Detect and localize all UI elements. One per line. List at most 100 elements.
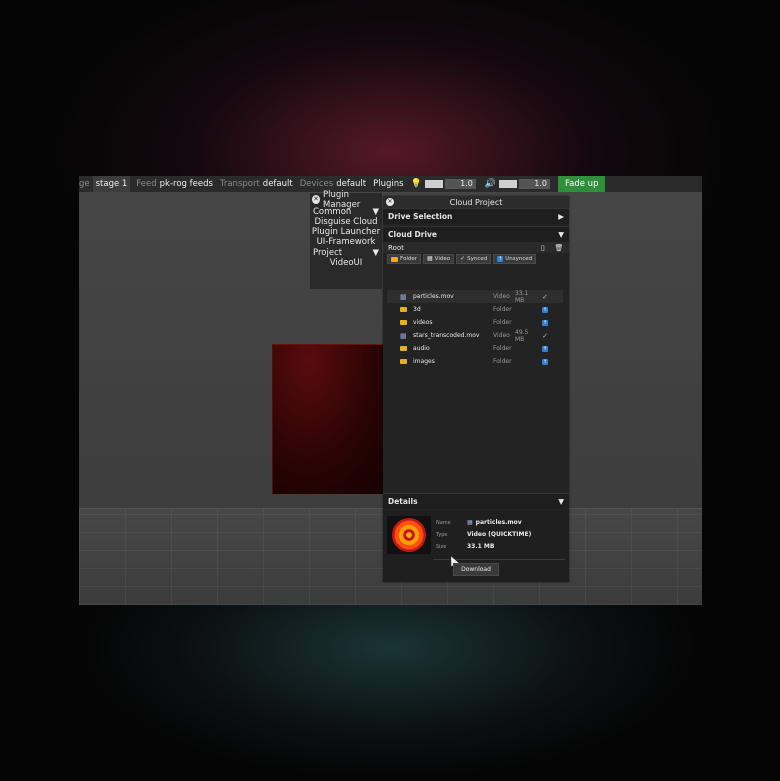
download-button[interactable]: Download (453, 563, 499, 576)
upload-icon: ↑ (497, 256, 504, 262)
check-icon: ✓ (460, 255, 466, 262)
folder-icon (391, 256, 398, 262)
upload-icon[interactable]: ↑ (539, 358, 551, 365)
feed-label: Feed (136, 179, 157, 189)
cloud-project-panel: ✕ Cloud Project Drive Selection ▶ Cloud … (383, 196, 569, 582)
filter-label: Unsynced (505, 256, 533, 262)
file-size: 49.5 MB (515, 328, 529, 343)
file-type: Video (493, 332, 510, 339)
transport-label: Transport (219, 179, 260, 189)
section-project[interactable]: Project ▼ (310, 247, 382, 258)
file-type: Folder (493, 319, 512, 326)
led-screen-object[interactable] (272, 344, 393, 494)
details-panel: Name ▦ particles.mov Type Video (QUICKTIM… (383, 510, 569, 582)
close-icon[interactable]: ✕ (386, 198, 394, 206)
cloud-drive-label: Cloud Drive (388, 230, 438, 239)
video-icon: ▦ (400, 292, 407, 301)
file-name: 3d (413, 306, 421, 313)
cloud-project-title: Cloud Project (449, 197, 503, 207)
cloud-drive-header[interactable]: Cloud Drive ▼ (383, 226, 569, 242)
new-file-icon[interactable]: ▯ (538, 244, 548, 252)
file-list: ▦ particles.mov Video 33.1 MB ✓ 3d Folde… (387, 290, 563, 368)
list-item[interactable]: videos Folder ↑ (387, 316, 563, 329)
type-value: Video (QUICKTIME) (467, 531, 532, 538)
transport-selector[interactable]: default (263, 179, 293, 189)
plugin-plugin-launcher[interactable]: Plugin Launcher (310, 227, 382, 237)
upload-icon[interactable]: ↑ (539, 319, 551, 326)
devices-label: Devices (299, 179, 334, 189)
video-icon: ▦ (400, 331, 407, 340)
plugin-ui-framework[interactable]: UI-Framework (310, 237, 382, 247)
file-name: particles.mov (413, 293, 454, 300)
section-label: Common (313, 206, 352, 217)
size-label: Size (436, 544, 447, 550)
folder-icon (400, 358, 410, 366)
file-name: stars_transcoded.mov (413, 332, 480, 339)
name-text: particles.mov (475, 519, 522, 526)
file-size: 33.1 MB (515, 289, 529, 304)
filter-bar: Folder ▦ Video ✓ Synced ↑ Unsynced (383, 253, 569, 265)
fade-up-button[interactable]: Fade up (558, 176, 606, 192)
brightness-slider[interactable] (424, 180, 443, 188)
file-type: Folder (493, 358, 512, 365)
breadcrumb: Root ▯ 🗑 (383, 242, 569, 253)
filter-folder[interactable]: Folder (387, 254, 421, 264)
details-header[interactable]: Details ▼ (383, 493, 569, 509)
upload-icon[interactable]: ↑ (539, 306, 551, 313)
plugins-menu[interactable]: Plugins (373, 179, 403, 189)
folder-icon (400, 306, 410, 314)
root-breadcrumb[interactable]: Root (388, 244, 404, 252)
upload-icon[interactable]: ↑ (539, 345, 551, 352)
list-item[interactable]: ▦ particles.mov Video 33.1 MB ✓ (387, 289, 563, 304)
list-item[interactable]: ▦ stars_transcoded.mov Video 49.5 MB ✓ (387, 328, 563, 343)
video-icon: ▦ (467, 519, 473, 526)
filter-label: Folder (400, 256, 417, 262)
filter-video[interactable]: ▦ Video (423, 254, 455, 264)
brightness-icon: 💡 (410, 179, 422, 189)
file-name: audio (413, 345, 430, 352)
plugin-manager-title-bar: ✕ Plugin Manager (310, 190, 382, 210)
filter-label: Synced (467, 256, 488, 262)
section-label: Project (313, 247, 343, 258)
size-value: 33.1 MB (467, 543, 495, 550)
list-item[interactable]: audio Folder ↑ (387, 342, 563, 355)
brightness-value[interactable]: 1.0 (444, 179, 476, 189)
type-label: Type (436, 532, 448, 538)
stage-label: ge (79, 179, 90, 189)
file-name: images (413, 358, 435, 365)
filter-synced[interactable]: ✓ Synced (456, 254, 492, 264)
check-icon: ✓ (542, 292, 548, 301)
volume-value[interactable]: 1.0 (519, 179, 551, 189)
file-type: Video (493, 293, 510, 300)
video-icon: ▦ (427, 255, 433, 262)
volume-icon: 🔊 (484, 179, 497, 189)
file-name: videos (413, 319, 433, 326)
list-item[interactable]: 3d Folder ↑ (387, 303, 563, 316)
triangle-down-icon: ▼ (372, 247, 379, 258)
name-value: ▦ particles.mov (467, 519, 522, 526)
check-icon: ✓ (542, 331, 548, 340)
file-type: Folder (493, 306, 512, 313)
triangle-right-icon: ▶ (558, 212, 564, 221)
drive-selection-label: Drive Selection (388, 212, 453, 221)
filter-label: Video (434, 256, 451, 262)
name-label: Name (436, 520, 451, 526)
drive-selection-header[interactable]: Drive Selection ▶ (383, 208, 569, 224)
triangle-down-icon: ▼ (372, 206, 379, 217)
triangle-down-icon: ▼ (558, 497, 564, 506)
video-thumbnail (387, 516, 431, 554)
feed-selector[interactable]: pk-rog feeds (160, 179, 213, 189)
volume-slider[interactable] (499, 180, 518, 188)
cloud-project-title-bar[interactable]: ✕ Cloud Project (383, 196, 569, 208)
triangle-down-icon: ▼ (558, 230, 564, 239)
filter-unsynced[interactable]: ↑ Unsynced (493, 254, 537, 264)
app-window: ge stage 1 Feed pk-rog feeds Transport d… (79, 176, 702, 605)
plugin-disguise-cloud[interactable]: Disguise Cloud (310, 217, 382, 227)
folder-icon (400, 319, 410, 327)
plugin-videoui[interactable]: VideoUI (310, 258, 382, 268)
close-icon[interactable]: ✕ (312, 195, 321, 204)
devices-selector[interactable]: default (336, 179, 366, 189)
list-item[interactable]: images Folder ↑ (387, 355, 563, 368)
stage-selector[interactable]: stage 1 (92, 176, 131, 192)
trash-icon[interactable]: 🗑 (554, 244, 564, 252)
